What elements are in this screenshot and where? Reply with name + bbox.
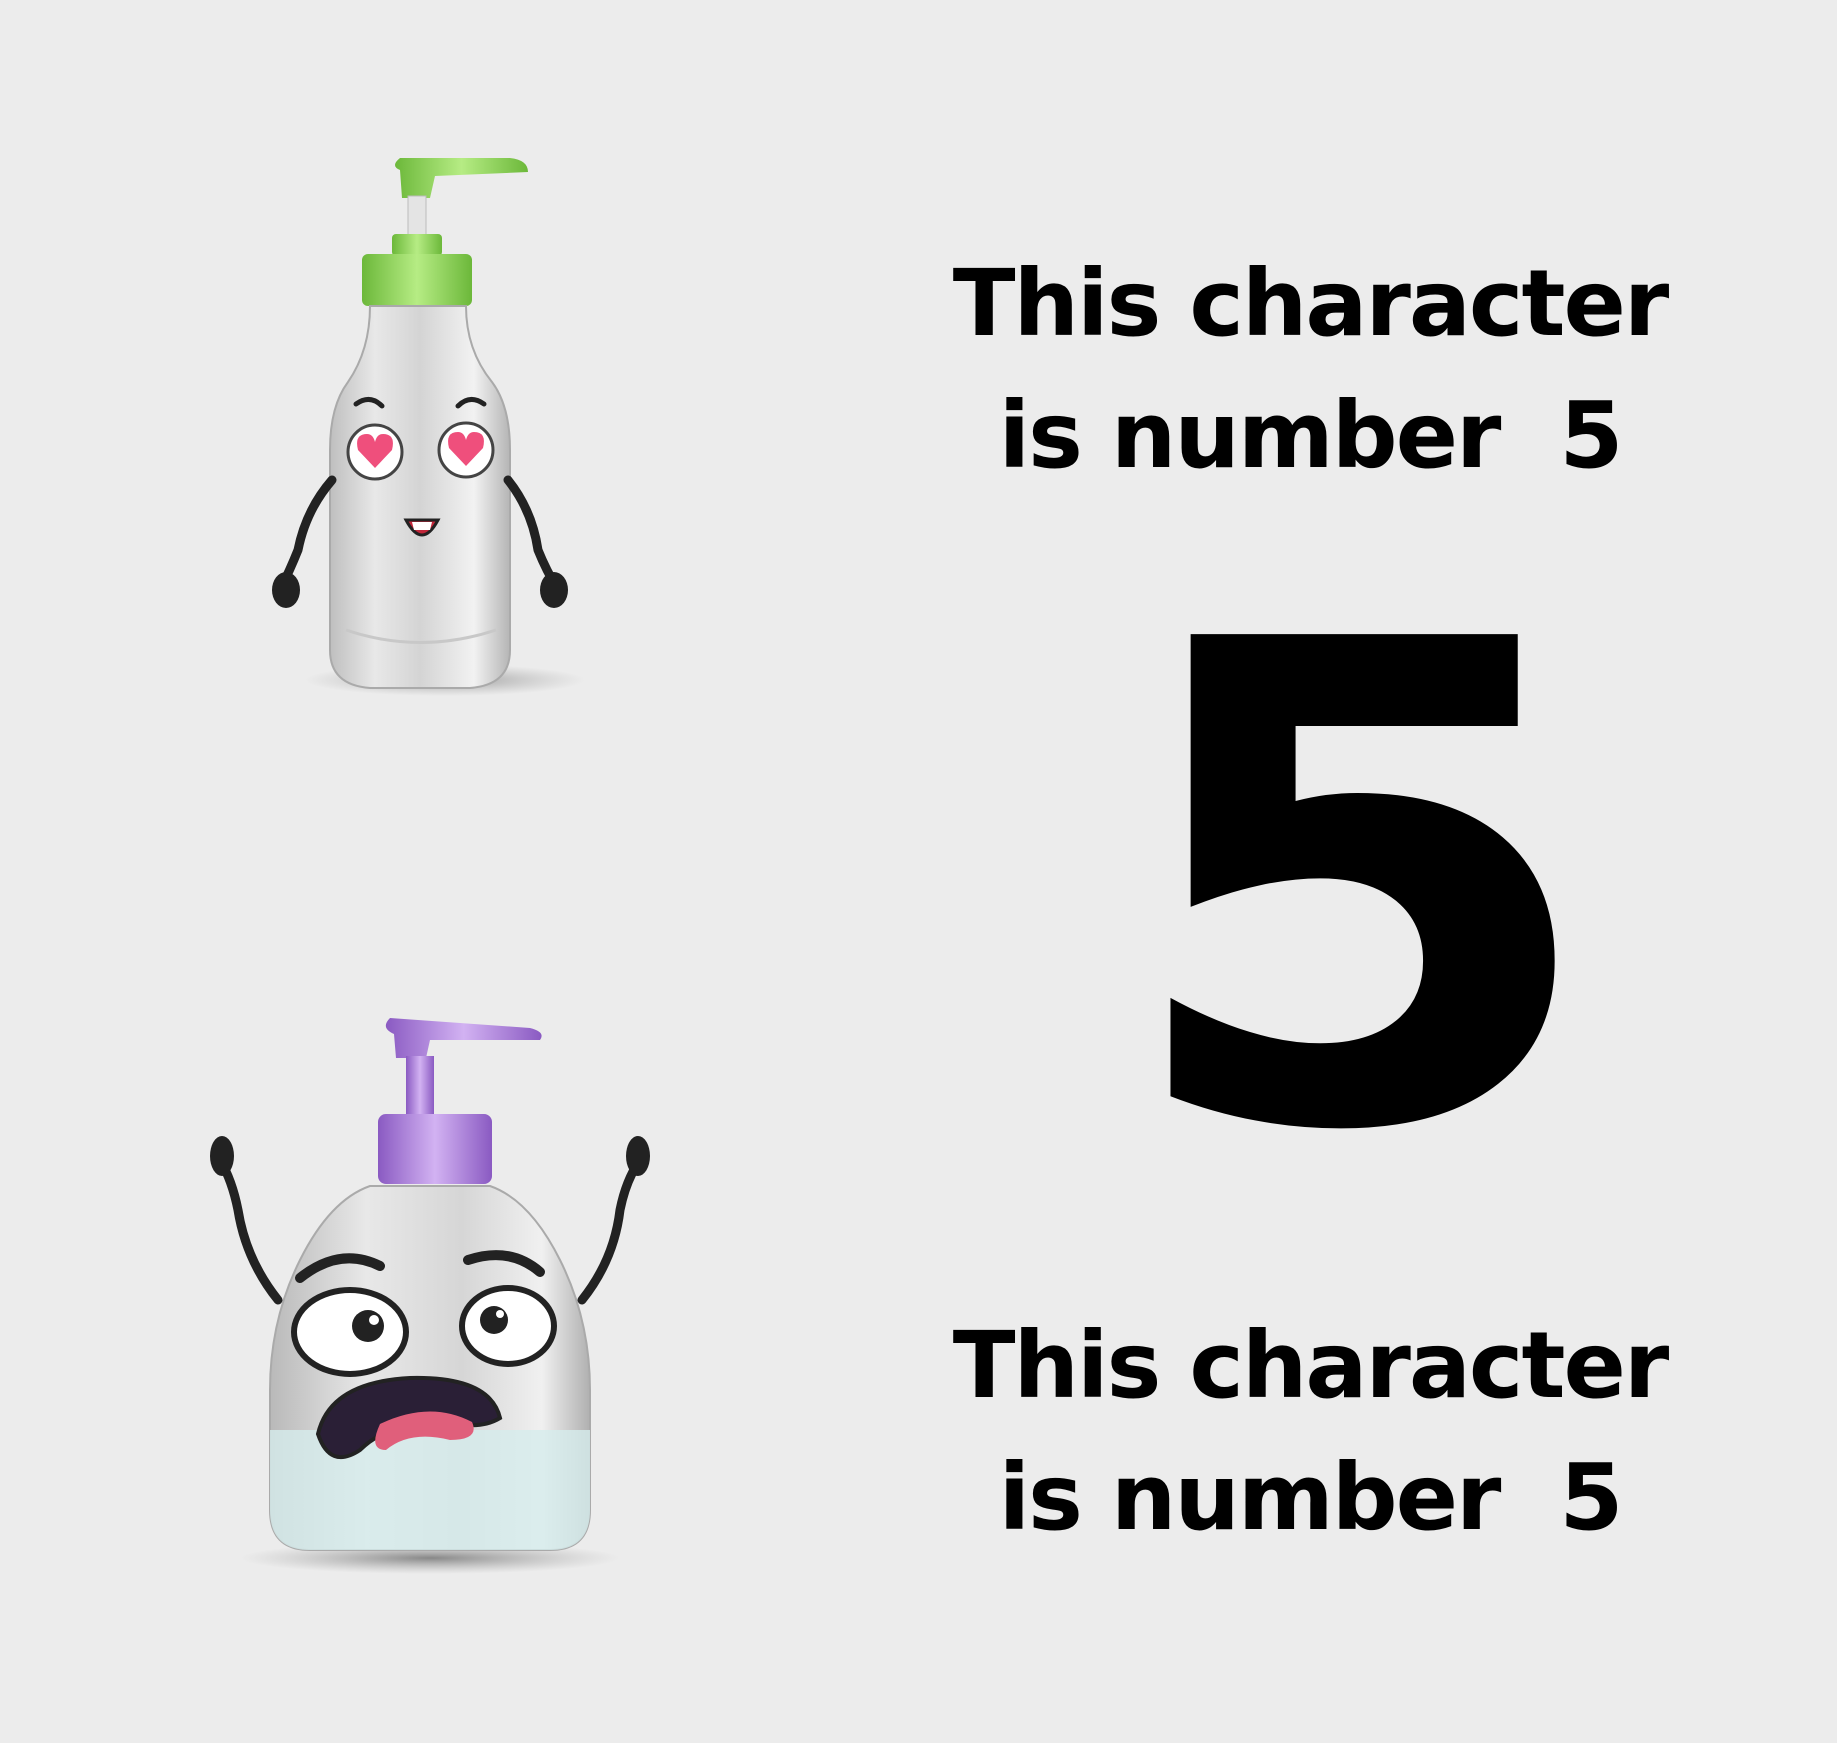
purple-pump-bottle-character <box>210 1018 650 1574</box>
caption-top: This character is number 5 <box>940 238 1680 502</box>
caption-top-line1: This character <box>952 250 1669 357</box>
cap <box>378 1114 492 1184</box>
caption-bottom-line1: This character <box>952 1312 1669 1419</box>
big-number: 5 <box>1116 502 1604 1277</box>
shocked-eye-left-icon <box>291 1287 409 1377</box>
heart-eye-left-icon <box>346 423 404 481</box>
pump-collar <box>392 234 442 256</box>
caption-bottom: This character is number 5 <box>940 1300 1680 1564</box>
bottle-body <box>329 305 511 689</box>
caption-top-line2: is number 5 <box>998 382 1624 489</box>
cap <box>362 254 472 306</box>
pump-stem <box>406 1056 434 1116</box>
pump-head <box>385 1018 542 1058</box>
right-arm <box>577 1155 645 1305</box>
left-arm <box>215 1155 283 1305</box>
shocked-eye-right-icon <box>459 1285 557 1367</box>
pump-head <box>395 158 528 198</box>
heart-eye-right-icon <box>437 421 495 479</box>
caption-bottom-line2: is number 5 <box>998 1444 1624 1551</box>
pump-stem <box>407 195 427 237</box>
green-pump-bottle-character <box>272 158 585 696</box>
